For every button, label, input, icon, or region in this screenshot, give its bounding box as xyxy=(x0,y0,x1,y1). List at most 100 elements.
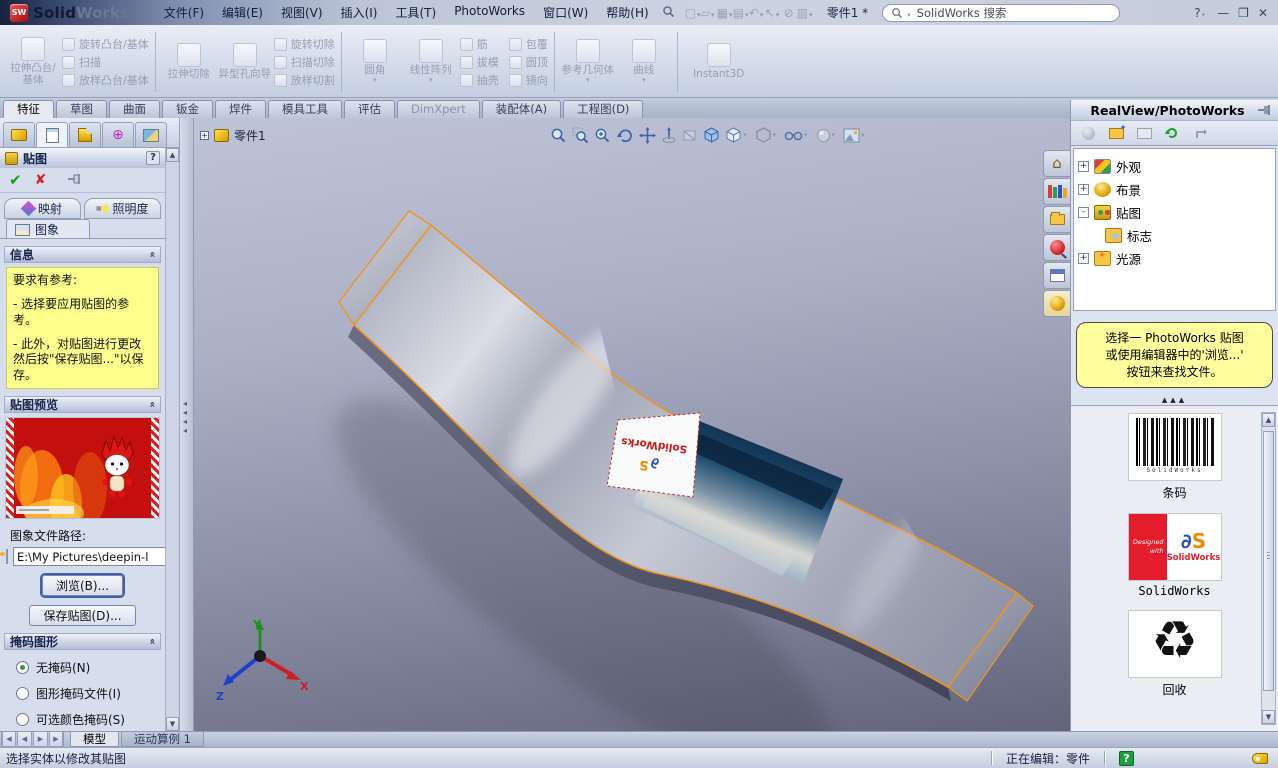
tree-item-lights[interactable]: + 光源 xyxy=(1078,247,1271,270)
hole-wizard-button[interactable]: 异型孔向导 xyxy=(218,29,272,95)
view-palette-tab[interactable] xyxy=(1043,262,1070,289)
attach-icon[interactable]: ⊘ xyxy=(781,6,797,20)
pan-icon[interactable] xyxy=(639,125,656,145)
quick-tips-button[interactable]: ? xyxy=(1119,750,1134,766)
library-item-barcode[interactable]: SolidWorks 条码 xyxy=(1128,414,1221,501)
viewport-part-label[interactable]: + 零件1 xyxy=(200,127,266,144)
menu-help[interactable]: 帮助(H) xyxy=(597,1,657,24)
search-scope-dropdown[interactable] xyxy=(906,6,914,20)
pin-button[interactable] xyxy=(67,173,83,188)
hide-show-items-icon[interactable] xyxy=(784,125,811,145)
save-icon[interactable]: ▦ xyxy=(717,6,733,20)
refresh-icon[interactable] xyxy=(1164,126,1180,140)
menu-tools[interactable]: 工具(T) xyxy=(386,1,445,24)
open-folder-icon[interactable] xyxy=(1136,126,1152,140)
last-tab-button[interactable]: ▶ xyxy=(49,732,64,747)
menu-view[interactable]: 视图(V) xyxy=(272,1,332,24)
shell-button[interactable]: 抽壳 xyxy=(459,73,499,88)
tab-surfaces[interactable]: 曲面 xyxy=(109,100,160,118)
search-tab[interactable] xyxy=(1043,234,1070,261)
tab-weldments[interactable]: 焊件 xyxy=(215,100,266,118)
revolve-cut-button[interactable]: 旋转切除 xyxy=(273,37,335,52)
display-style-icon[interactable] xyxy=(755,125,780,145)
tab-dimxpert[interactable]: DimXpert xyxy=(397,100,480,118)
dimxpertmanager-tab[interactable]: ⊕ xyxy=(102,122,134,147)
scroll-up-icon[interactable]: ▲ xyxy=(1262,413,1275,428)
restore-button[interactable]: ❒ xyxy=(1238,6,1249,20)
model-tab[interactable]: 模型 xyxy=(70,732,119,747)
view-cube-icon[interactable] xyxy=(703,125,720,145)
sweep-button[interactable]: 扫描 xyxy=(62,55,149,70)
expand-icon[interactable]: + xyxy=(1078,184,1089,195)
select-cursor-icon[interactable]: ↖ xyxy=(765,6,781,20)
prev-tab-button[interactable]: ◀ xyxy=(17,732,32,747)
view-orientation-icon[interactable] xyxy=(725,125,750,145)
menu-photoworks[interactable]: PhotoWorks xyxy=(445,1,534,24)
pm-help-button[interactable]: ? xyxy=(146,151,160,165)
normal-to-icon[interactable] xyxy=(661,125,677,145)
solidworks-resources-tab[interactable]: ⌂ xyxy=(1043,150,1070,177)
menu-search-icon[interactable] xyxy=(662,5,675,21)
zoom-area-icon[interactable] xyxy=(572,125,589,145)
instant3d-button[interactable]: Instant3D xyxy=(684,29,754,95)
revolve-boss-button[interactable]: 旋转凸台/基体 xyxy=(62,37,149,52)
new-document-icon[interactable]: ▢ xyxy=(685,6,701,20)
scroll-thumb[interactable] xyxy=(1263,431,1274,692)
rotate-view-icon[interactable] xyxy=(616,125,634,145)
loft-boss-button[interactable]: 放样凸台/基体 xyxy=(62,73,149,88)
pane-resize-handle[interactable]: ▲▲▲ xyxy=(1071,394,1278,407)
task-pane-pin-icon[interactable] xyxy=(1258,103,1272,118)
draft-button[interactable]: 拔模 xyxy=(459,55,499,70)
mask-color-option[interactable]: 可选颜色掩码(S) xyxy=(16,711,165,728)
expand-icon[interactable]: + xyxy=(1078,253,1089,264)
section-view-icon[interactable] xyxy=(682,125,698,145)
curves-button[interactable]: 曲线 ▾ xyxy=(617,29,671,95)
scroll-up-icon[interactable]: ▲ xyxy=(166,148,179,162)
tab-sheet-metal[interactable]: 钣金 xyxy=(162,100,213,118)
cancel-button[interactable]: ✘ xyxy=(35,172,47,188)
browse-button[interactable]: 浏览(B)... xyxy=(41,575,124,597)
new-appearance-icon[interactable] xyxy=(1080,126,1096,140)
open-document-icon[interactable]: ▱ xyxy=(701,6,717,20)
expand-icon[interactable]: + xyxy=(1078,161,1089,172)
menu-edit[interactable]: 编辑(E) xyxy=(213,1,272,24)
tree-item-scene[interactable]: + 布景 xyxy=(1078,178,1271,201)
tab-mold-tools[interactable]: 模具工具 xyxy=(268,100,342,118)
pm-scrollbar[interactable]: ▲ ▼ xyxy=(165,148,179,731)
tab-assembly[interactable]: 装配体(A) xyxy=(481,100,562,118)
close-button[interactable]: ✕ xyxy=(1258,6,1268,20)
image-path-input[interactable] xyxy=(13,547,167,567)
wrap-button[interactable]: 包覆 xyxy=(508,37,548,52)
tree-item-logo[interactable]: 标志 xyxy=(1105,224,1271,247)
zoom-in-out-icon[interactable] xyxy=(594,125,611,145)
panel-splitter[interactable]: ◂ ◂ ◂ ◂ xyxy=(180,118,194,731)
mirror-button[interactable]: 镜向 xyxy=(508,73,548,88)
motion-study-tab[interactable]: 运动算例 1 xyxy=(121,732,204,747)
mask-section-header[interactable]: 掩码图形 xyxy=(4,633,161,651)
options-list-icon[interactable]: ▥ xyxy=(797,6,813,20)
solidworks-search-box[interactable]: SolidWorks 搜索 xyxy=(882,3,1121,22)
file-explorer-tab[interactable] xyxy=(1043,206,1070,233)
tab-image[interactable]: 图象 xyxy=(6,219,90,239)
print-icon[interactable]: ▤ xyxy=(733,6,749,20)
menu-file[interactable]: 文件(F) xyxy=(155,1,213,24)
linear-pattern-button[interactable]: 线性阵列 ▾ xyxy=(404,29,458,95)
tab-evaluate[interactable]: 评估 xyxy=(344,100,395,118)
propertymanager-tab[interactable] xyxy=(36,122,68,147)
minimize-button[interactable]: — xyxy=(1217,6,1229,20)
mask-none-option[interactable]: 无掩码(N) xyxy=(16,659,165,676)
realview-photoworks-tab[interactable] xyxy=(1043,290,1070,317)
tree-item-decal[interactable]: - 贴图 xyxy=(1078,201,1271,224)
extrude-cut-button[interactable]: 拉伸切除 xyxy=(162,29,216,95)
info-section-header[interactable]: 信息 xyxy=(4,246,161,263)
edit-appearance-icon[interactable] xyxy=(816,125,839,145)
tag-icon[interactable] xyxy=(1252,752,1268,764)
loft-cut-button[interactable]: 放样切割 xyxy=(273,73,335,88)
mask-file-option[interactable]: 图形掩码文件(I) xyxy=(16,685,165,702)
menu-insert[interactable]: 插入(I) xyxy=(332,1,387,24)
apply-scene-icon[interactable] xyxy=(843,125,868,145)
model-3d[interactable]: ∂ S SolidWorks xyxy=(194,118,1070,731)
scroll-down-icon[interactable]: ▼ xyxy=(166,717,179,731)
fillet-button[interactable]: 圆角 ▾ xyxy=(348,29,402,95)
decal-solidworks-logo[interactable]: ∂ S SolidWorks xyxy=(606,412,701,498)
